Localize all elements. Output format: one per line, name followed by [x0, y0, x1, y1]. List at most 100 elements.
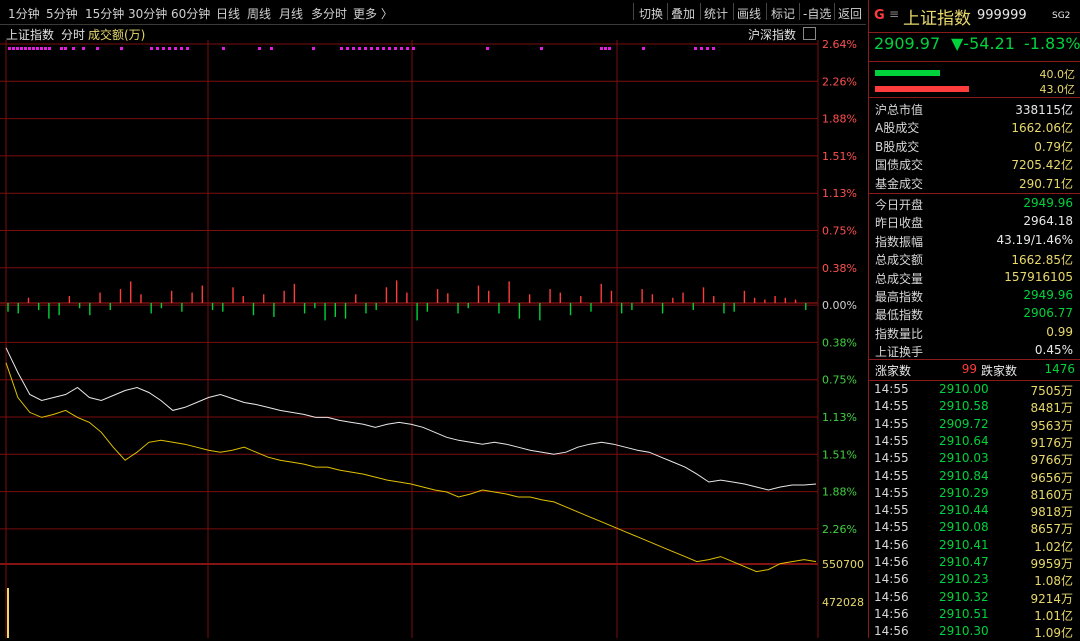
- tick-volume: 7505万: [1030, 384, 1073, 398]
- signal-dot: [604, 47, 607, 50]
- stat-row: 总成交量 157916105: [869, 269, 1079, 287]
- tick-row[interactable]: 14:56 2910.51 1.01亿: [869, 607, 1079, 624]
- tick-time: 14:56: [874, 624, 909, 639]
- signal-dot: [72, 47, 75, 50]
- brand-logo-icon: G: [874, 8, 885, 23]
- stat-row: 昨日收盘 2964.18: [869, 213, 1079, 231]
- tick-time: 14:55: [874, 451, 909, 466]
- back-button[interactable]: 返回: [838, 5, 862, 22]
- tick-time: 14:55: [874, 485, 909, 500]
- statistics-button[interactable]: 统计: [704, 5, 728, 22]
- quote-panel: G ≡ 上证指数 999999 SG2 2909.97 ▼-54.21 -1.8…: [868, 0, 1080, 641]
- overlay-button[interactable]: 叠加: [671, 5, 695, 22]
- tick-row[interactable]: 14:55 2910.00 7505万: [869, 382, 1079, 399]
- axis-tick-label: 0.00%: [822, 299, 857, 312]
- signal-dot: [96, 47, 99, 50]
- tab-weekly[interactable]: 周线: [247, 5, 271, 22]
- signal-dot: [712, 47, 715, 50]
- yellow-avg-line: [5, 362, 817, 573]
- tab-5min[interactable]: 5分钟: [46, 5, 78, 22]
- stat-label: 总成交额: [875, 253, 924, 268]
- tick-row[interactable]: 14:56 2910.47 9959万: [869, 555, 1079, 572]
- tab-monthly[interactable]: 月线: [279, 5, 303, 22]
- stat-value: 2949.96: [1023, 288, 1073, 302]
- signal-dot: [406, 47, 409, 50]
- signal-dot: [120, 47, 123, 50]
- tick-row[interactable]: 14:56 2910.32 9214万: [869, 590, 1079, 607]
- tab-30min[interactable]: 30分钟: [128, 5, 167, 22]
- stat-row: 今日开盘 2949.96: [869, 195, 1079, 213]
- tick-volume: 1.08亿: [1034, 574, 1073, 589]
- stat-value: 43.19/1.46%: [996, 232, 1073, 247]
- signal-dot: [12, 47, 15, 50]
- signal-dot: [346, 47, 349, 50]
- signal-dot: [364, 47, 367, 50]
- watchlist-button[interactable]: -自选: [803, 5, 831, 22]
- tab-15min[interactable]: 15分钟: [85, 5, 124, 22]
- tick-price: 2910.44: [939, 503, 989, 518]
- stat-label: 指数振幅: [875, 234, 924, 249]
- signal-dot: [376, 47, 379, 50]
- signal-dots: [8, 47, 715, 50]
- scroll-down-icon[interactable]: [803, 27, 816, 40]
- tick-row[interactable]: 14:55 2910.58 8481万: [869, 399, 1079, 416]
- tab-more[interactable]: 更多 〉: [353, 5, 393, 22]
- stat-row: 国债成交 7205.42亿: [869, 155, 1079, 173]
- stat-row: 沪总市值 338115亿: [869, 100, 1079, 118]
- sell-amount: 43.0亿: [1039, 83, 1076, 96]
- tick-price: 2910.30: [939, 624, 989, 639]
- tick-row[interactable]: 14:55 2910.64 9176万: [869, 434, 1079, 451]
- stat-label: 沪总市值: [875, 103, 924, 117]
- stat-row: 基金成交 290.71亿: [869, 174, 1079, 192]
- tick-row[interactable]: 14:55 2910.03 9766万: [869, 451, 1079, 468]
- signal-dot: [370, 47, 373, 50]
- tick-price: 2909.72: [939, 416, 989, 431]
- draw-line-button[interactable]: 画线: [737, 5, 761, 22]
- tick-row[interactable]: 14:55 2910.08 8657万: [869, 520, 1079, 537]
- tab-daily[interactable]: 日线: [216, 5, 240, 22]
- stat-value: 338115亿: [1015, 103, 1073, 117]
- tab-60min[interactable]: 60分钟: [171, 5, 210, 22]
- switch-button[interactable]: 切换: [639, 5, 663, 22]
- tick-row[interactable]: 14:56 2910.30 1.09亿: [869, 624, 1079, 641]
- last-price: 2909.97: [874, 34, 941, 53]
- tick-row[interactable]: 14:56 2910.41 1.02亿: [869, 538, 1079, 555]
- stat-value: 0.45%: [1034, 343, 1073, 358]
- tick-row[interactable]: 14:55 2910.29 8160万: [869, 486, 1079, 503]
- chart-grid: [0, 40, 819, 638]
- tick-price: 2910.23: [939, 572, 989, 587]
- tab-1min[interactable]: 1分钟: [8, 5, 40, 22]
- signal-dot: [412, 47, 415, 50]
- tick-time: 14:56: [874, 606, 909, 621]
- price-change: ▼-54.21: [951, 34, 1015, 53]
- tick-row[interactable]: 14:56 2910.23 1.08亿: [869, 572, 1079, 589]
- signal-dot: [400, 47, 403, 50]
- tick-row[interactable]: 14:55 2910.84 9656万: [869, 469, 1079, 486]
- axis-tick-label: 2.26%: [822, 523, 857, 536]
- tick-row[interactable]: 14:55 2909.72 9563万: [869, 417, 1079, 434]
- axis-tick-label: 0.38%: [822, 336, 857, 349]
- signal-dot: [608, 47, 611, 50]
- signal-dot: [24, 47, 27, 50]
- tick-price: 2910.29: [939, 485, 989, 500]
- tick-price: 2910.03: [939, 451, 989, 466]
- tick-row[interactable]: 14:55 2910.44 9818万: [869, 503, 1079, 520]
- signal-dot: [258, 47, 261, 50]
- menu-icon[interactable]: ≡: [889, 7, 899, 21]
- tick-volume: 1.01亿: [1034, 608, 1073, 623]
- stat-row: 上证换手 0.45%: [869, 342, 1079, 360]
- stat-label: 昨日收盘: [875, 216, 924, 231]
- signal-dot: [60, 47, 63, 50]
- price-line: 2909.97 ▼-54.21 -1.83%: [869, 32, 1080, 60]
- intraday-chart[interactable]: 2.64% 2.26% 1.88% 1.51% 1.13% 0.75% 0.38% 0.00%…: [0, 40, 866, 638]
- tab-multi-intraday[interactable]: 多分时: [311, 5, 347, 22]
- tick-volume: 1.09亿: [1034, 626, 1073, 641]
- up-count: 99: [961, 362, 977, 376]
- volume-axis-label: 550700: [822, 558, 864, 571]
- signal-dot: [340, 47, 343, 50]
- signal-dot: [8, 47, 11, 50]
- signal-dot: [486, 47, 489, 50]
- mark-button[interactable]: 标记: [771, 5, 795, 22]
- stat-label: 今日开盘: [875, 198, 924, 212]
- tick-price: 2910.00: [939, 382, 989, 396]
